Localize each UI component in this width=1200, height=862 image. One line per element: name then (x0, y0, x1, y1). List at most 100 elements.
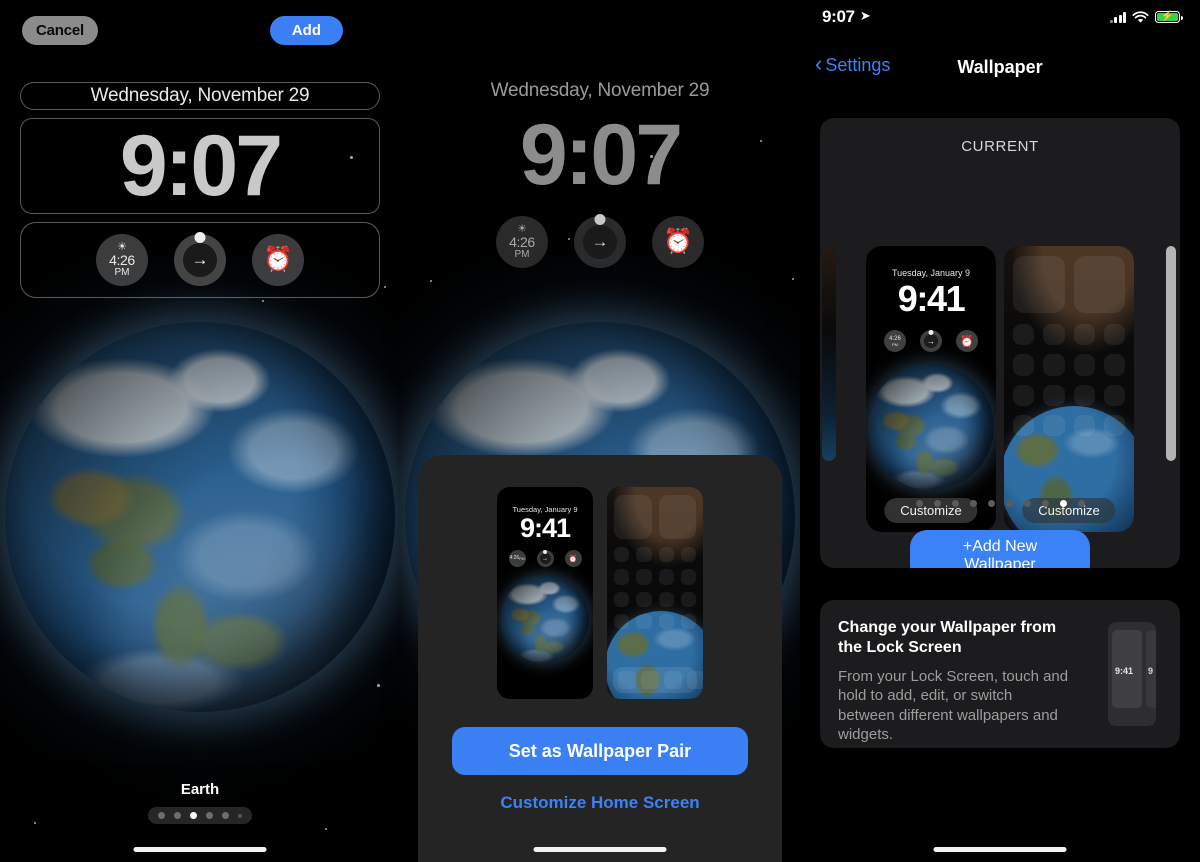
home-indicator[interactable] (933, 847, 1067, 852)
app-icon (614, 569, 630, 585)
page-dot[interactable] (951, 500, 959, 507)
sunset-icon: ☀ (517, 222, 527, 235)
page-title: Wallpaper (957, 57, 1043, 77)
app-icon (1073, 414, 1095, 436)
page-dot[interactable] (1005, 500, 1013, 507)
app-icon (680, 613, 696, 629)
sunset-widget[interactable]: ☀ 4:26 PM (96, 234, 148, 286)
sunset-time: 4:26 (509, 233, 535, 250)
tip-heading: Change your Wallpaper from the Lock Scre… (838, 619, 1057, 657)
page-dot[interactable] (915, 500, 923, 507)
home-indicator[interactable] (133, 847, 267, 852)
ring-progress-dot-icon (594, 214, 606, 226)
page-dot-active[interactable] (1059, 500, 1067, 507)
current-home-screen-preview[interactable]: Customize (1004, 246, 1134, 532)
time-widget-box[interactable]: 9:07 (20, 118, 380, 214)
app-icon (614, 591, 630, 607)
thumb-widgets: 4:26 PM → ⏰ (497, 550, 593, 567)
lock-screen-preview: Wednesday, November 29 9:07 ☀ 4:26 PM → … (400, 80, 800, 269)
page-dot[interactable] (987, 500, 995, 507)
page-dot[interactable] (933, 500, 941, 507)
app-row (614, 569, 696, 585)
add-new-wallpaper-button[interactable]: +Add New Wallpaper (910, 530, 1090, 568)
tip-body: From your Lock Screen, touch and hold to… (838, 667, 1069, 744)
page-dot-active[interactable] (190, 812, 197, 819)
wallpaper-page-dots[interactable] (820, 500, 1180, 507)
sunset-icon: ☀ (117, 240, 127, 253)
app-icon (1013, 414, 1035, 436)
app-icon (1073, 324, 1095, 346)
app-icon (1103, 354, 1125, 376)
page-dot[interactable] (1077, 500, 1085, 507)
cellular-signal-icon (1109, 11, 1126, 23)
preview-date: Wednesday, November 29 (490, 80, 710, 101)
app-icon (1043, 324, 1065, 346)
arrow-right-icon: → (539, 553, 551, 564)
activity-ring-widget: → (574, 214, 626, 269)
wallpaper-carousel[interactable]: Tuesday, January 9 9:41 4:26 PM → ⏰ Cust… (820, 178, 1180, 532)
tip-phone-time-2: 9 (1148, 666, 1154, 676)
navigation-bar: ‹ Settings Wallpaper (800, 50, 1200, 86)
dock-icon (641, 671, 659, 689)
sunset-widget: ☀ 4:26 PM (496, 216, 548, 269)
ring-progress-dot-icon (543, 550, 547, 554)
app-icon (1013, 384, 1035, 406)
page-dot[interactable] (222, 812, 229, 819)
previous-wallpaper-peek[interactable] (822, 246, 836, 461)
page-dot[interactable] (238, 813, 242, 818)
wallpaper-name: Earth (180, 781, 220, 798)
customize-home-screen-button[interactable]: Customize Home Screen (500, 793, 699, 813)
app-icon (658, 591, 674, 607)
app-row (614, 547, 696, 563)
app-row (1013, 414, 1125, 436)
widgets-box[interactable]: ☀ 4:26 PM → ⏰ (20, 222, 380, 298)
lock-screen-thumbnail[interactable]: Tuesday, January 9 9:41 4:26 PM → ⏰ (497, 487, 593, 699)
alarm-widget-thumb: ⏰ (564, 550, 582, 567)
sunset-ampm: PM (514, 248, 530, 260)
wallpaper-pair-sheet: Tuesday, January 9 9:41 4:26 PM → ⏰ Set … (418, 455, 782, 862)
panel-lock-screen-editor: Cancel Add Wednesday, November 29 9:07 ☀… (0, 0, 400, 862)
dock-icon (664, 671, 682, 689)
editor-toolbar: Cancel Add (0, 0, 400, 58)
date-widget-box[interactable]: Wednesday, November 29 (20, 82, 380, 110)
app-row (614, 591, 696, 607)
home-indicator[interactable] (533, 847, 667, 852)
page-dot[interactable] (174, 812, 181, 819)
widget-row (614, 495, 696, 539)
tip-phone-time: 9:41 (1115, 666, 1134, 676)
page-dot[interactable] (1023, 500, 1031, 507)
app-row (1013, 324, 1125, 346)
arrow-right-icon: → (583, 225, 617, 260)
home-screen-thumbnail[interactable] (607, 487, 703, 699)
cancel-button[interactable]: Cancel (22, 16, 98, 45)
sunset-time-thumb: 4:26 (509, 555, 520, 561)
page-dot[interactable] (206, 812, 213, 819)
panel-settings-wallpaper: 9:07 ➤ ⚡ ‹ Settings Wallpaper CURRENT Tu… (800, 0, 1200, 862)
page-dot[interactable] (969, 500, 977, 507)
app-icon (614, 547, 630, 563)
app-icon (614, 613, 630, 629)
app-icon (1043, 354, 1065, 376)
earth-globe-preview (868, 364, 994, 490)
wallpaper-pair-previews: Tuesday, January 9 9:41 4:26 PM → ⏰ (497, 487, 703, 699)
wallpaper-page-dots[interactable] (148, 807, 252, 824)
alarm-widget[interactable]: ⏰ (252, 234, 304, 286)
app-icon (1013, 354, 1035, 376)
app-icon (1073, 354, 1095, 376)
alarm-clock-icon: ⏰ (568, 555, 578, 563)
add-button[interactable]: Add (269, 16, 343, 45)
preview-widgets: ☀ 4:26 PM → ⏰ (400, 214, 800, 269)
home-widget (1073, 256, 1125, 313)
sunset-widget-preview: 4:26 PM (884, 330, 906, 352)
ring-progress-dot-icon (928, 330, 934, 335)
current-lock-screen-preview[interactable]: Tuesday, January 9 9:41 4:26 PM → ⏰ Cust… (866, 246, 996, 532)
app-icon (636, 547, 652, 563)
app-icon (636, 569, 652, 585)
page-dot[interactable] (158, 812, 165, 819)
page-dot[interactable] (1041, 500, 1049, 507)
next-wallpaper-peek[interactable] (1166, 246, 1176, 461)
alarm-widget-preview: ⏰ (956, 330, 978, 352)
activity-ring-widget[interactable]: → (174, 232, 226, 286)
set-as-wallpaper-pair-button[interactable]: Set as Wallpaper Pair (452, 727, 748, 775)
app-row (1013, 354, 1125, 376)
